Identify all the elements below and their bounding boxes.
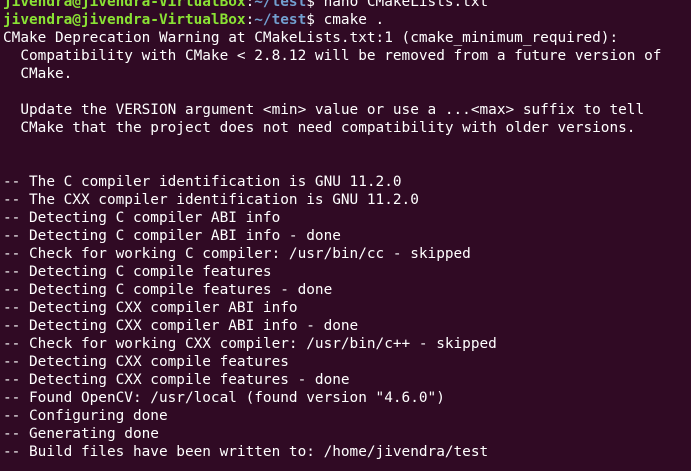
prompt-user-host: jivendra@jivendra-VirtualBox [3, 0, 246, 10]
warning-line: Update the VERSION argument <min> value … [3, 102, 645, 118]
prompt-separator: : [245, 12, 255, 28]
output-line: -- Check for working C compiler: /usr/bi… [3, 246, 471, 262]
prompt-user-host: jivendra@jivendra-VirtualBox [3, 12, 246, 28]
output-line: -- Build files have been written to: /ho… [3, 444, 489, 460]
command-text: cmake . [323, 12, 385, 28]
prompt-separator: : [245, 0, 255, 10]
output-line: -- Detecting CXX compiler ABI info [3, 300, 298, 316]
output-line: -- Configuring done [3, 408, 168, 424]
warning-line: CMake Deprecation Warning at CMakeLists.… [3, 30, 619, 46]
output-line: -- Check for working CXX compiler: /usr/… [3, 336, 497, 352]
output-line: -- Detecting C compiler ABI info [3, 210, 281, 226]
prompt-symbol: $ [306, 0, 324, 10]
output-line: -- The CXX compiler identification is GN… [3, 192, 419, 208]
output-line: -- Detecting CXX compile features - done [3, 372, 350, 388]
output-line: -- Detecting C compile features [3, 264, 272, 280]
prompt-line-cmake: jivendra@jivendra-VirtualBox:~/test$ cma… [3, 11, 691, 29]
warning-line: Compatibility with CMake < 2.8.12 will b… [3, 48, 662, 64]
output-line: -- Generating done [3, 426, 159, 442]
prompt-symbol: $ [306, 12, 324, 28]
prompt-line-nano: jivendra@jivendra-VirtualBox:~/test$ nan… [3, 0, 691, 11]
prompt-path: ~/test [254, 0, 307, 10]
output-line: -- Detecting C compile features - done [3, 282, 333, 298]
warning-line: CMake. [3, 66, 73, 82]
output-line: -- The C compiler identification is GNU … [3, 174, 402, 190]
warning-line: CMake that the project does not need com… [3, 120, 636, 136]
output-line: -- Detecting CXX compiler ABI info - don… [3, 318, 359, 334]
command-text: nano CMakeLists.txt [323, 0, 489, 10]
terminal-window[interactable]: jivendra@jivendra-VirtualBox:~/test$ nan… [0, 0, 691, 471]
output-line: -- Detecting CXX compile features [3, 354, 289, 370]
prompt-path: ~/test [254, 12, 307, 28]
output-line: -- Detecting C compiler ABI info - done [3, 228, 341, 244]
output-line: -- Found OpenCV: /usr/local (found versi… [3, 390, 445, 406]
